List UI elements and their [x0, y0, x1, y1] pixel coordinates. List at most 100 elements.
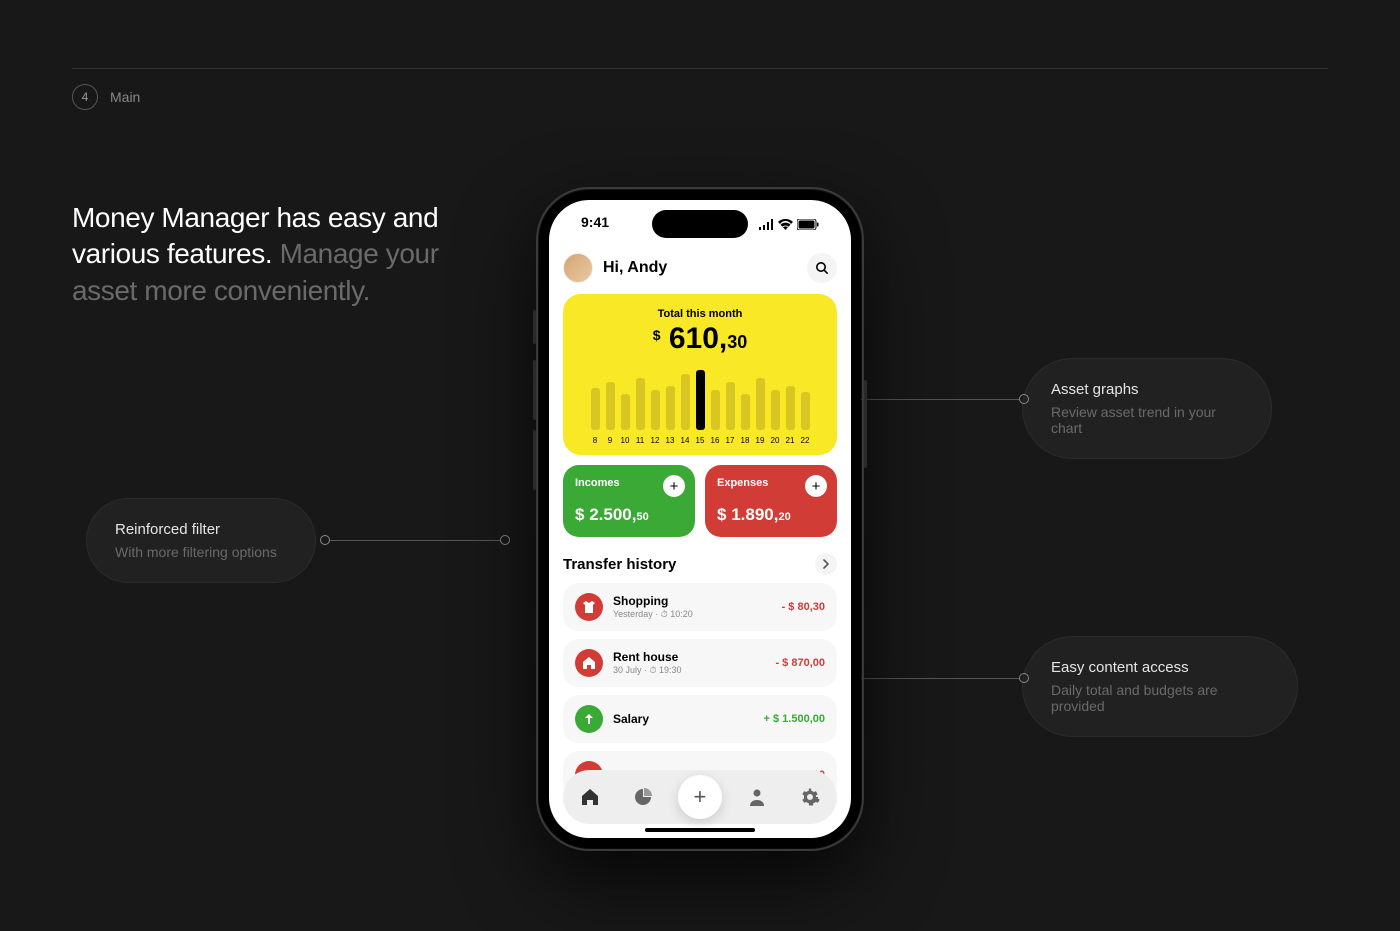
history-more-button[interactable] [815, 553, 837, 575]
connector-line [845, 394, 1029, 404]
history-header: Transfer history [563, 553, 837, 575]
headline: Money Manager has easy and various featu… [72, 200, 472, 309]
phone-side-button [533, 430, 536, 490]
chart-bar[interactable] [666, 386, 675, 430]
status-icons [758, 214, 819, 234]
home-icon [580, 787, 600, 807]
annotation-sub: With more filtering options [115, 544, 287, 560]
bar-chart[interactable] [577, 366, 823, 430]
chart-label: 21 [786, 436, 795, 445]
connector-line [320, 535, 510, 545]
annotation-title: Reinforced filter [115, 521, 287, 538]
transaction-row[interactable]: Rent house30 July · ⏱ 19:30 - $ 870,00 [563, 639, 837, 687]
tab-stats[interactable] [625, 779, 661, 815]
chart-bar[interactable] [681, 374, 690, 430]
chart-label: 18 [741, 436, 750, 445]
annotation-title: Easy content access [1051, 659, 1269, 676]
add-income-button[interactable]: + [663, 475, 685, 497]
connector-segment [330, 540, 500, 541]
search-button[interactable] [807, 253, 837, 283]
pie-chart-icon [633, 787, 653, 807]
total-amount: $ 610,30 [577, 322, 823, 356]
total-title: Total this month [577, 308, 823, 320]
signal-icon [758, 219, 774, 230]
transaction-icon [575, 705, 603, 733]
status-time: 9:41 [581, 214, 609, 234]
search-icon [815, 261, 829, 275]
greeting-left: Hi, Andy [563, 253, 667, 283]
wifi-icon [778, 219, 793, 230]
add-expense-button[interactable]: + [805, 475, 827, 497]
avatar[interactable] [563, 253, 593, 283]
transaction-meta: 30 July · ⏱ 19:30 [613, 665, 765, 676]
chart-bar[interactable] [786, 386, 795, 430]
chart-bar[interactable] [636, 378, 645, 430]
section-label: Main [110, 89, 140, 105]
summary-cards: Incomes + $ 2.500,50 Expenses + $ 1.890,… [563, 465, 837, 537]
annotation-access: Easy content access Daily total and budg… [1022, 636, 1298, 737]
tab-profile[interactable] [739, 779, 775, 815]
chart-label: 19 [756, 436, 765, 445]
dynamic-island [652, 210, 748, 238]
chart-bar[interactable] [801, 392, 810, 430]
phone-screen: 9:41 Hi, Andy Total this month $ 610,30 [549, 200, 851, 838]
divider [72, 68, 1328, 69]
app-content: Hi, Andy Total this month $ 610,30 89101… [549, 246, 851, 838]
connector-dot [500, 535, 510, 545]
section-number: 4 [72, 84, 98, 110]
chart-bar[interactable] [756, 378, 765, 430]
transaction-amount: - $ 80,30 [782, 601, 825, 613]
chart-bar[interactable] [606, 382, 615, 430]
chart-bar[interactable] [591, 388, 600, 430]
transaction-icon [575, 593, 603, 621]
tab-home[interactable] [572, 779, 608, 815]
bar-chart-labels: 8910111213141516171819202122 [577, 436, 823, 445]
home-indicator[interactable] [645, 828, 755, 832]
incomes-amount: $ 2.500,50 [575, 505, 683, 525]
transaction-row[interactable]: ShoppingYesterday · ⏱ 10:20- $ 80,30 [563, 583, 837, 631]
phone-side-button [533, 360, 536, 420]
transaction-meta: Yesterday · ⏱ 10:20 [613, 609, 772, 620]
gear-icon [800, 787, 820, 807]
chevron-right-icon [823, 559, 829, 569]
chart-bar[interactable] [651, 390, 660, 430]
tab-add[interactable]: + [678, 775, 722, 819]
chart-label: 17 [726, 436, 735, 445]
chart-label: 20 [771, 436, 780, 445]
chart-bar[interactable] [771, 390, 780, 430]
transaction-name: Salary [613, 712, 754, 726]
transaction-body: Rent house30 July · ⏱ 19:30 [613, 650, 765, 676]
chart-bar[interactable] [711, 390, 720, 430]
total-card[interactable]: Total this month $ 610,30 89101112131415… [563, 294, 837, 455]
chart-bar[interactable] [621, 394, 630, 430]
expenses-card[interactable]: Expenses + $ 1.890,20 [705, 465, 837, 537]
tab-settings[interactable] [792, 779, 828, 815]
battery-icon [797, 219, 819, 230]
chart-label: 9 [606, 436, 615, 445]
chart-label: 15 [696, 436, 705, 445]
chart-bar[interactable] [726, 382, 735, 430]
transaction-amount: + $ 1.500,00 [764, 713, 825, 725]
annotation-graphs: Asset graphs Review asset trend in your … [1022, 358, 1272, 459]
incomes-card[interactable]: Incomes + $ 2.500,50 [563, 465, 695, 537]
transaction-amount: - $ 870,00 [775, 657, 825, 669]
chart-label: 16 [711, 436, 720, 445]
chart-label: 8 [591, 436, 600, 445]
annotation-filter: Reinforced filter With more filtering op… [86, 498, 316, 583]
transaction-icon [575, 649, 603, 677]
chart-label: 12 [651, 436, 660, 445]
chart-label: 11 [636, 436, 645, 445]
transaction-name: Rent house [613, 650, 765, 664]
plus-icon: + [694, 784, 707, 810]
user-icon [747, 787, 767, 807]
annotation-sub: Daily total and budgets are provided [1051, 682, 1269, 714]
tab-bar: + [563, 770, 837, 824]
connector-line [845, 673, 1029, 683]
chart-bar[interactable] [696, 370, 705, 430]
annotation-title: Asset graphs [1051, 381, 1243, 398]
transaction-list: ShoppingYesterday · ⏱ 10:20- $ 80,30Rent… [563, 583, 837, 799]
history-title: Transfer history [563, 556, 676, 573]
transaction-row[interactable]: Salary + $ 1.500,00 [563, 695, 837, 743]
chart-bar[interactable] [741, 394, 750, 430]
connector-segment [855, 678, 1019, 679]
